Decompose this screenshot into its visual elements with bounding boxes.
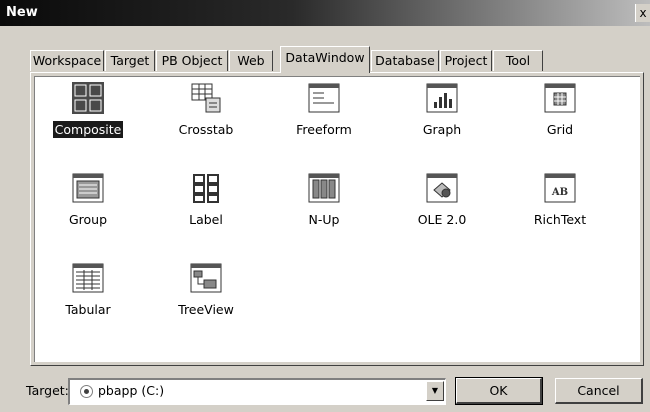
- item-label: Label: [189, 212, 223, 227]
- item-grid[interactable]: Grid: [512, 82, 608, 142]
- item-label[interactable]: Label: [158, 172, 254, 232]
- tab-target[interactable]: Target: [105, 50, 155, 71]
- item-graph[interactable]: Graph: [394, 82, 490, 142]
- label-icon: [191, 173, 221, 203]
- dropdown-arrow-icon[interactable]: ▼: [426, 381, 444, 401]
- target-label: Target:: [26, 383, 69, 398]
- item-composite[interactable]: Composite: [40, 82, 136, 142]
- tab-pb-object[interactable]: PB Object: [156, 50, 228, 71]
- target-radio-icon: [80, 385, 93, 398]
- richtext-icon: AB: [544, 173, 576, 203]
- richtext-icon-text: AB: [551, 187, 568, 198]
- item-label: TreeView: [178, 302, 234, 317]
- group-icon: [72, 173, 104, 203]
- item-label: Composite: [52, 121, 124, 138]
- tab-panel: Composite Crosstab Freeform Graph Grid G…: [30, 72, 644, 366]
- item-treeview[interactable]: TreeView: [158, 262, 254, 322]
- cancel-button[interactable]: Cancel: [555, 378, 643, 404]
- ole-icon: [426, 173, 458, 203]
- tabular-icon: [72, 263, 104, 293]
- item-label: N-Up: [308, 212, 340, 227]
- item-group[interactable]: Group: [40, 172, 136, 232]
- freeform-icon: [308, 83, 340, 113]
- item-label: Grid: [546, 122, 574, 137]
- tab-workspace[interactable]: Workspace: [30, 50, 104, 71]
- item-crosstab[interactable]: Crosstab: [158, 82, 254, 142]
- item-list: Composite Crosstab Freeform Graph Grid G…: [34, 76, 640, 362]
- item-label: OLE 2.0: [417, 212, 467, 227]
- crosstab-icon: [191, 83, 221, 113]
- close-button[interactable]: x: [635, 4, 650, 22]
- ok-button[interactable]: OK: [455, 377, 543, 405]
- window-title: New: [6, 5, 38, 20]
- item-label: Graph: [422, 122, 462, 137]
- tab-datawindow[interactable]: DataWindow: [280, 46, 370, 73]
- tab-project[interactable]: Project: [440, 50, 492, 71]
- item-label: Freeform: [296, 122, 352, 137]
- target-dropdown[interactable]: pbapp (C:) ▼: [68, 378, 446, 405]
- grid-icon: [544, 83, 576, 113]
- item-richtext[interactable]: AB RichText: [512, 172, 608, 232]
- item-freeform[interactable]: Freeform: [276, 82, 372, 142]
- graph-icon: [426, 83, 458, 113]
- item-label: Group: [68, 212, 108, 227]
- item-label: RichText: [533, 212, 587, 227]
- target-value: pbapp (C:): [98, 383, 165, 398]
- item-tabular[interactable]: Tabular: [40, 262, 136, 322]
- tab-database[interactable]: Database: [371, 50, 439, 71]
- composite-icon: [72, 82, 104, 114]
- item-n-up[interactable]: N-Up: [276, 172, 372, 232]
- n-up-icon: [308, 173, 340, 203]
- item-label: Crosstab: [178, 122, 234, 137]
- tab-tool[interactable]: Tool: [493, 50, 543, 71]
- tab-web[interactable]: Web: [229, 50, 273, 71]
- treeview-icon: [190, 263, 222, 293]
- item-ole[interactable]: OLE 2.0: [394, 172, 490, 232]
- title-bar: New x: [0, 0, 650, 26]
- item-label: Tabular: [65, 302, 111, 317]
